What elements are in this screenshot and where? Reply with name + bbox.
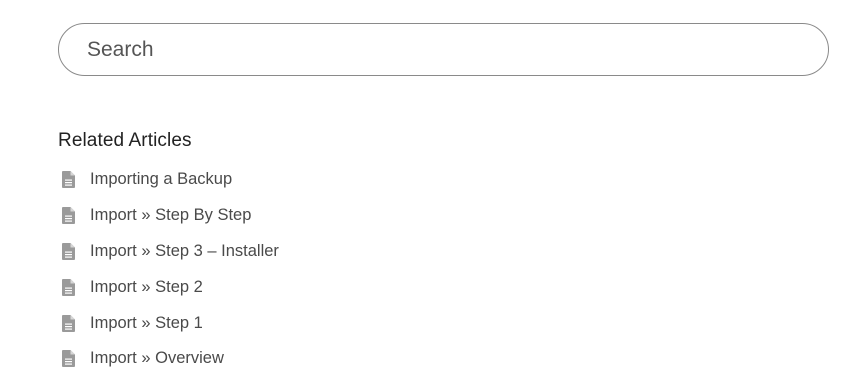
document-icon bbox=[62, 314, 75, 332]
document-icon bbox=[62, 242, 75, 260]
related-articles-heading: Related Articles bbox=[58, 130, 192, 151]
article-link-import-step-2[interactable]: Import » Step 2 bbox=[90, 278, 203, 297]
document-icon bbox=[62, 207, 75, 225]
list-item: Import » Step 1 bbox=[58, 305, 279, 341]
list-item: Import » Step By Step bbox=[58, 198, 279, 234]
article-link-import-overview[interactable]: Import » Overview bbox=[90, 349, 224, 368]
article-link-importing-a-backup[interactable]: Importing a Backup bbox=[90, 170, 232, 189]
article-link-import-step-1[interactable]: Import » Step 1 bbox=[90, 314, 203, 333]
related-articles-list: Importing a Backup Import » Step By Step… bbox=[58, 162, 279, 377]
list-item: Import » Step 3 – Installer bbox=[58, 234, 279, 270]
search-input[interactable] bbox=[59, 24, 828, 75]
document-icon bbox=[62, 278, 75, 296]
article-link-import-step-by-step[interactable]: Import » Step By Step bbox=[90, 206, 251, 225]
list-item: Importing a Backup bbox=[58, 162, 279, 198]
list-item: Import » Step 2 bbox=[58, 269, 279, 305]
search-box[interactable] bbox=[58, 23, 829, 76]
list-item: Import » Overview bbox=[58, 341, 279, 377]
article-link-import-step-3-installer[interactable]: Import » Step 3 – Installer bbox=[90, 242, 279, 261]
document-icon bbox=[62, 171, 75, 189]
document-icon bbox=[62, 350, 75, 368]
